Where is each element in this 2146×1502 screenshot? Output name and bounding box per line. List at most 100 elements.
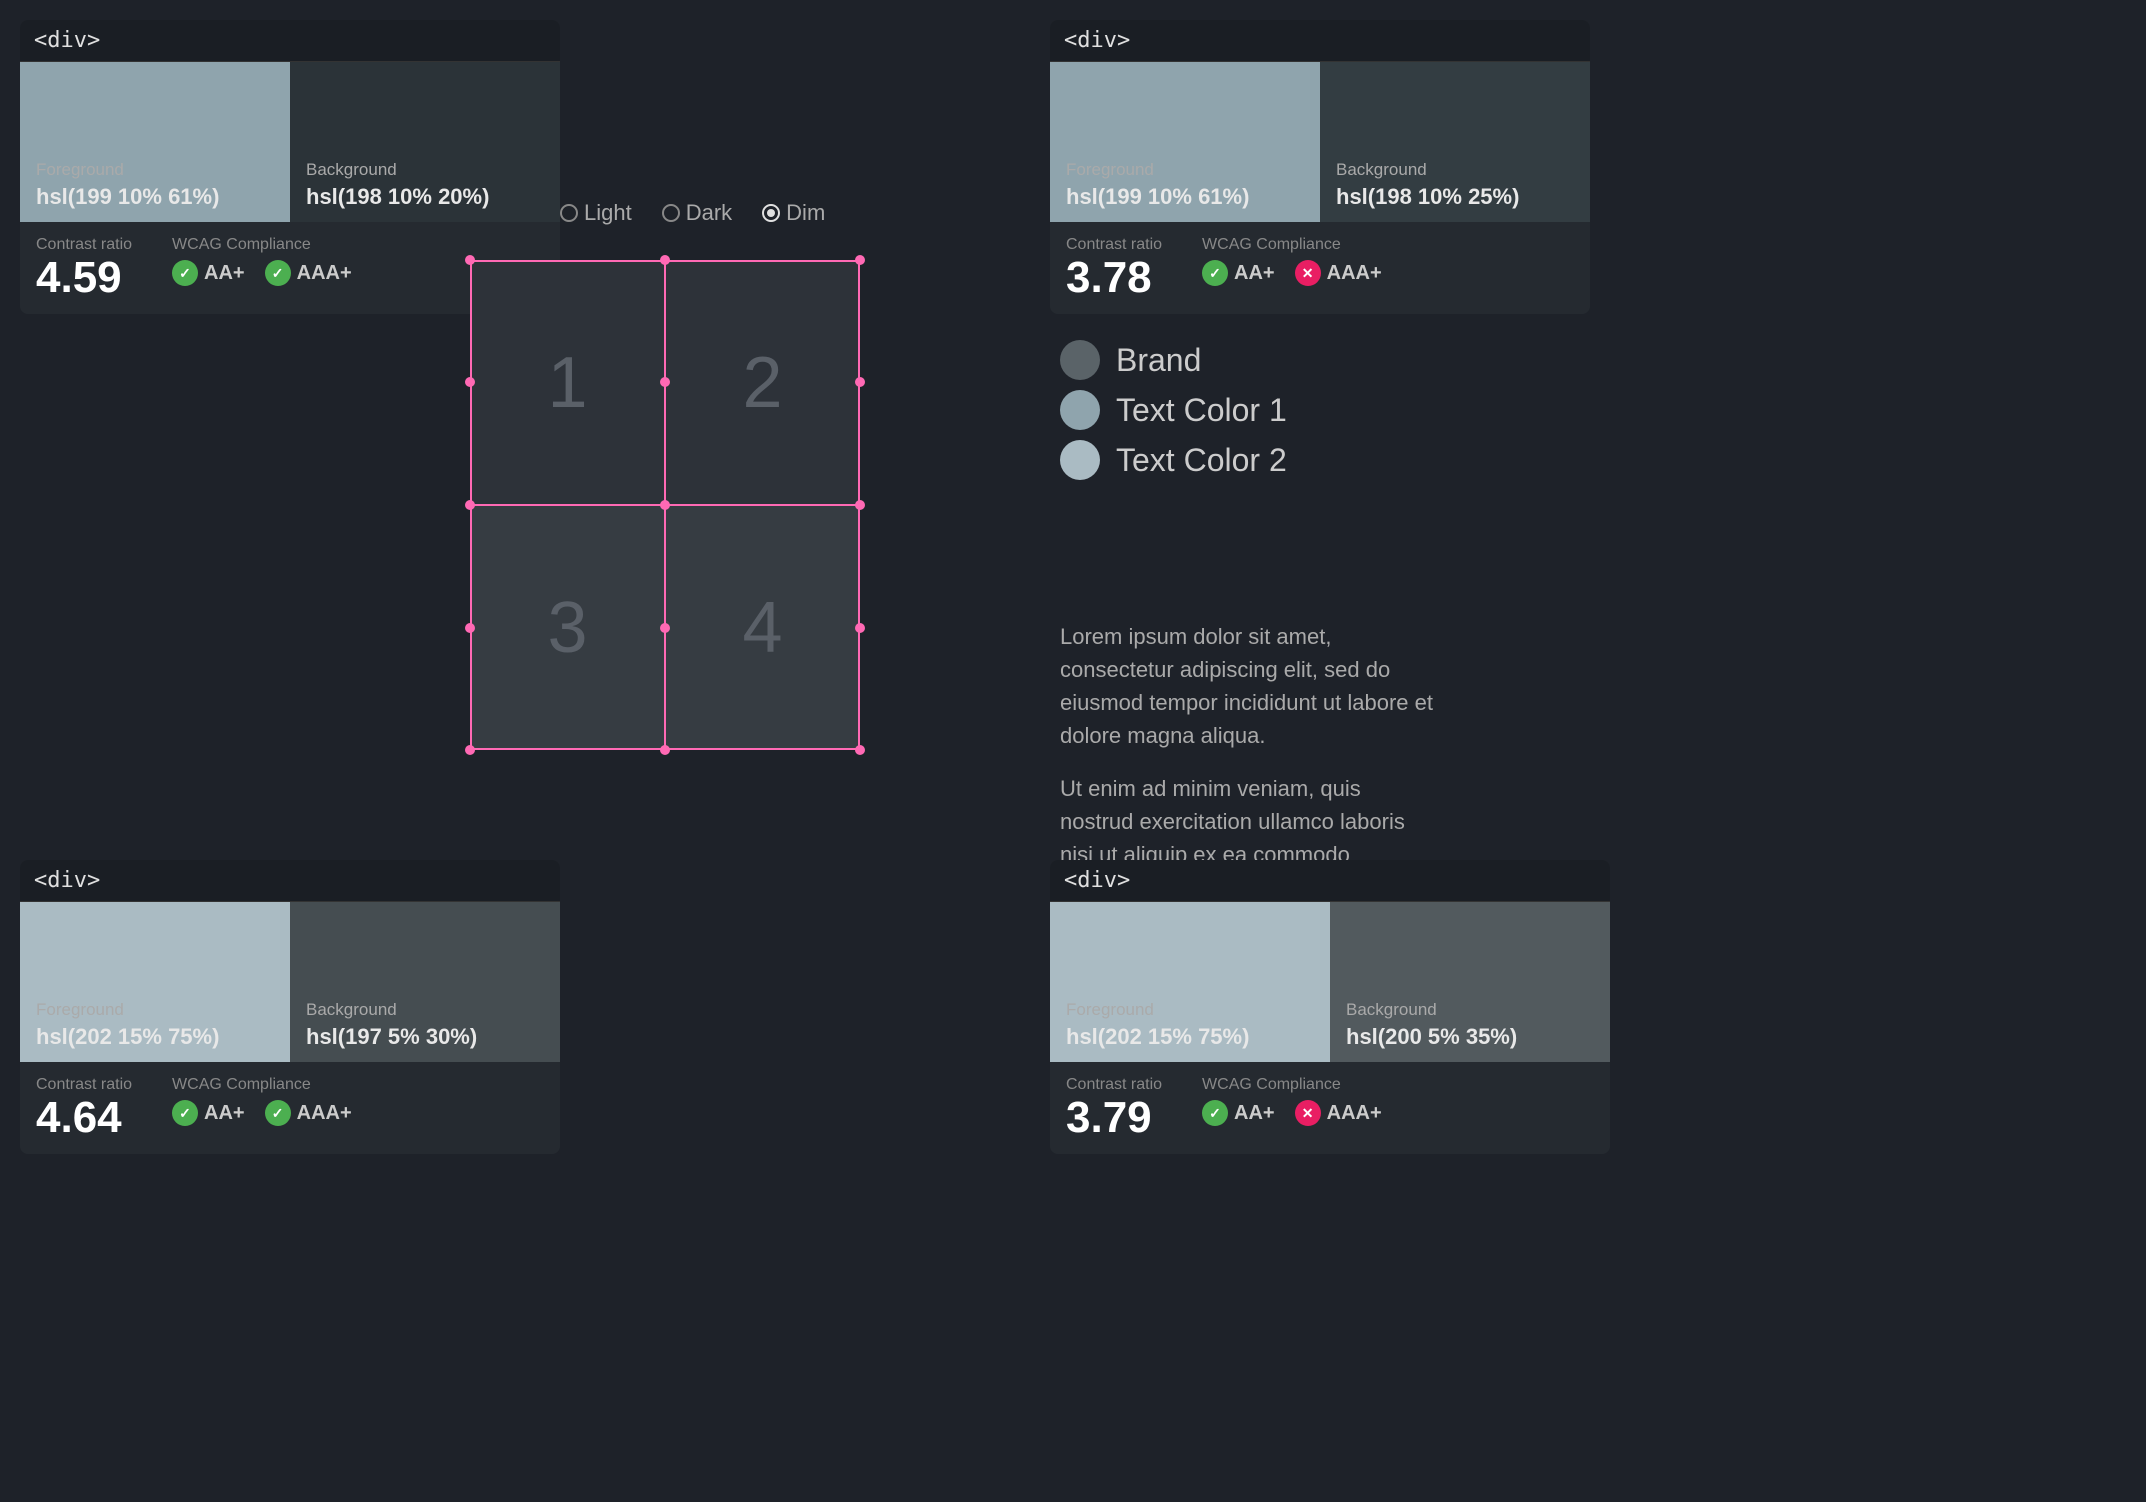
foreground-swatch-br: Foreground hsl(202 15% 75%) [1050,902,1330,1062]
grid-cell-2: 2 [665,260,860,505]
handle-mid-right[interactable] [855,500,865,510]
wcag-aa-br: ✓ AA+ [1202,1100,1275,1126]
contrast-label-tr: Contrast ratio [1066,236,1162,254]
handle-left-mid[interactable] [465,377,475,387]
grid-cell-1: 1 [470,260,665,505]
bg-value-br: hsl(200 5% 35%) [1346,1024,1594,1050]
aa-icon-tl: ✓ [172,260,198,286]
radio-light[interactable] [560,204,578,222]
contrast-value-bl: 4.64 [36,1096,132,1140]
lorem-paragraph-1: Lorem ipsum dolor sit amet, consectetur … [1060,620,1440,752]
aaa-text-tl: AAA+ [297,262,352,285]
theme-dark-label: Dark [686,200,732,226]
wcag-aaa-bl: ✓ AAA+ [265,1100,352,1126]
aaa-icon-tl: ✓ [265,260,291,286]
contrast-group-tr: Contrast ratio 3.78 [1066,236,1162,300]
wcag-group-bl: WCAG Compliance ✓ AA+ ✓ AAA+ [172,1076,352,1126]
aaa-text-tr: AAA+ [1327,262,1382,285]
handle-bot-left[interactable] [465,745,475,755]
theme-light[interactable]: Light [560,200,632,226]
text2-circle [1060,440,1100,480]
handle-left-mid-bot[interactable] [465,623,475,633]
aa-icon-bl: ✓ [172,1100,198,1126]
contrast-group-tl: Contrast ratio 4.59 [36,236,132,300]
aaa-icon-tr: ✕ [1295,260,1321,286]
wcag-label-tr: WCAG Compliance [1202,236,1382,254]
grid-cell-3: 3 [470,505,665,750]
wcag-group-tr: WCAG Compliance ✓ AA+ ✕ AAA+ [1202,236,1382,286]
panel-bottom-right: <div> Foreground hsl(202 15% 75%) Backgr… [1050,860,1610,1154]
handle-top-left[interactable] [465,255,475,265]
wcag-label-tl: WCAG Compliance [172,236,352,254]
brand-label: Brand [1116,342,1201,379]
aa-text-bl: AA+ [204,1102,245,1125]
handle-mid-left[interactable] [465,500,475,510]
aaa-icon-bl: ✓ [265,1100,291,1126]
theme-dim[interactable]: Dim [762,200,825,226]
handle-mid-mid[interactable] [660,500,670,510]
aaa-text-bl: AAA+ [297,1102,352,1125]
panel-top-right-stats: Contrast ratio 3.78 WCAG Compliance ✓ AA… [1050,222,1590,314]
contrast-value-tl: 4.59 [36,256,132,300]
radio-dark[interactable] [662,204,680,222]
contrast-value-tr: 3.78 [1066,256,1162,300]
contrast-label-bl: Contrast ratio [36,1076,132,1094]
aa-text-tl: AA+ [204,262,245,285]
foreground-swatch-tr: Foreground hsl(199 10% 61%) [1050,62,1320,222]
legend-panel: Brand Text Color 1 Text Color 2 [1060,340,1460,490]
panel-bottom-left-colors: Foreground hsl(202 15% 75%) Background h… [20,902,560,1062]
wcag-aaa-tr: ✕ AAA+ [1295,260,1382,286]
panel-top-left-colors: Foreground hsl(199 10% 61%) Background h… [20,62,560,222]
handle-right-mid-top[interactable] [855,377,865,387]
foreground-swatch-tl: Foreground hsl(199 10% 61%) [20,62,290,222]
bg-label-tr: Background [1336,160,1574,180]
brand-circle [1060,340,1100,380]
bg-label-bl: Background [306,1000,544,1020]
panel-top-left-title: <div> [20,20,560,62]
theme-dim-label: Dim [786,200,825,226]
panel-top-right: <div> Foreground hsl(199 10% 61%) Backgr… [1050,20,1590,314]
background-swatch-br: Background hsl(200 5% 35%) [1330,902,1610,1062]
legend-item-text1: Text Color 1 [1060,390,1460,430]
fg-label-tr: Foreground [1066,160,1304,180]
wcag-group-br: WCAG Compliance ✓ AA+ ✕ AAA+ [1202,1076,1382,1126]
background-swatch-tr: Background hsl(198 10% 25%) [1320,62,1590,222]
contrast-label-tl: Contrast ratio [36,236,132,254]
fg-label-bl: Foreground [36,1000,274,1020]
fg-label-br: Foreground [1066,1000,1314,1020]
handle-top-right[interactable] [855,255,865,265]
grid-cell-4: 4 [665,505,860,750]
background-swatch-tl: Background hsl(198 10% 20%) [290,62,560,222]
cell-label-4: 4 [742,587,782,669]
contrast-value-br: 3.79 [1066,1096,1162,1140]
handle-bot-mid[interactable] [660,745,670,755]
bg-value-tr: hsl(198 10% 25%) [1336,184,1574,210]
handle-top-mid[interactable] [660,255,670,265]
legend-item-brand: Brand [1060,340,1460,380]
wcag-label-br: WCAG Compliance [1202,1076,1382,1094]
wcag-aa-tl: ✓ AA+ [172,260,245,286]
theme-dark[interactable]: Dark [662,200,732,226]
aaa-text-br: AAA+ [1327,1102,1382,1125]
wcag-group-tl: WCAG Compliance ✓ AA+ ✓ AAA+ [172,236,352,286]
wcag-badges-tr: ✓ AA+ ✕ AAA+ [1202,260,1382,286]
handle-inner-top[interactable] [660,377,670,387]
wcag-aa-bl: ✓ AA+ [172,1100,245,1126]
handle-bot-right[interactable] [855,745,865,755]
aa-text-tr: AA+ [1234,262,1275,285]
wcag-aaa-tl: ✓ AAA+ [265,260,352,286]
cell-label-2: 2 [742,342,782,424]
aa-icon-br: ✓ [1202,1100,1228,1126]
legend-item-text2: Text Color 2 [1060,440,1460,480]
panel-bottom-left: <div> Foreground hsl(202 15% 75%) Backgr… [20,860,560,1154]
handle-right-mid-bot[interactable] [855,623,865,633]
radio-dim[interactable] [762,204,780,222]
cell-label-3: 3 [547,587,587,669]
theme-light-label: Light [584,200,632,226]
text1-label: Text Color 1 [1116,392,1287,429]
grid-relative: 1 2 3 4 [470,260,860,750]
handle-inner-bot[interactable] [660,623,670,633]
wcag-aa-tr: ✓ AA+ [1202,260,1275,286]
fg-value-br: hsl(202 15% 75%) [1066,1024,1314,1050]
aa-text-br: AA+ [1234,1102,1275,1125]
